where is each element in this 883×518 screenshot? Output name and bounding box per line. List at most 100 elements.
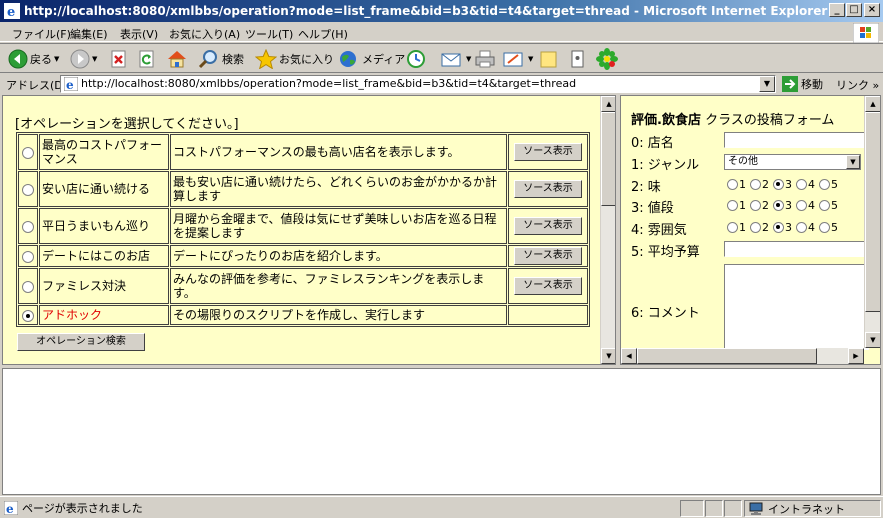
taste-radio-4[interactable] bbox=[796, 179, 807, 190]
atmosphere-radio-3[interactable] bbox=[773, 222, 784, 233]
menu-favorites[interactable]: お気に入り(A) bbox=[169, 26, 240, 42]
genre-label: 1: ジャンル bbox=[631, 158, 700, 173]
media-button[interactable]: メディア bbox=[338, 48, 405, 70]
edit-dropdown-icon[interactable]: ▼ bbox=[528, 55, 533, 63]
operation-frame: [オペレーションを選択してください。] 最高のコストパフォーマンス コストパフォー… bbox=[2, 95, 616, 365]
scroll-up-icon[interactable]: ▲ bbox=[601, 96, 615, 112]
price-radio-label: 3 bbox=[785, 199, 792, 212]
price-radio-1[interactable] bbox=[727, 200, 738, 211]
operation-radio[interactable] bbox=[22, 280, 34, 293]
media-globe-icon bbox=[340, 51, 356, 67]
history-button[interactable] bbox=[405, 48, 427, 70]
forward-button[interactable]: ▼ bbox=[70, 48, 97, 70]
operation-table: 最高のコストパフォーマンス コストパフォーマンスの最も高い店名を表示します。 ソース… bbox=[16, 132, 590, 327]
messenger-button[interactable] bbox=[568, 48, 588, 70]
scroll-down-icon[interactable]: ▼ bbox=[865, 332, 880, 348]
source-view-button[interactable]: ソース表示 bbox=[514, 217, 582, 235]
price-radio-4[interactable] bbox=[796, 200, 807, 211]
comment-label: 6: コメント bbox=[631, 306, 700, 321]
favorites-button[interactable]: お気に入り bbox=[255, 48, 334, 70]
address-input[interactable]: e http://localhost:8080/xmlbbs/operation… bbox=[60, 75, 776, 93]
menu-tools[interactable]: ツール(T) bbox=[245, 26, 293, 42]
operation-radio[interactable] bbox=[22, 146, 34, 159]
atmosphere-radio-1[interactable] bbox=[727, 222, 738, 233]
budget-input[interactable] bbox=[724, 241, 869, 257]
price-radio-2[interactable] bbox=[750, 200, 761, 211]
go-button[interactable]: 移動 bbox=[782, 76, 823, 92]
print-button[interactable] bbox=[474, 48, 496, 70]
price-radio-3[interactable] bbox=[773, 200, 784, 211]
scroll-left-icon[interactable]: ◀ bbox=[621, 348, 637, 364]
shop-name-input[interactable] bbox=[724, 132, 869, 148]
price-radio-5[interactable] bbox=[819, 200, 830, 211]
status-panel bbox=[705, 500, 723, 517]
menu-file[interactable]: ファイル(F) bbox=[12, 26, 71, 42]
forward-arrow-icon bbox=[70, 49, 90, 69]
mail-icon bbox=[441, 53, 461, 67]
operation-search-button[interactable]: オペレーション検索 bbox=[17, 333, 145, 351]
scroll-thumb[interactable] bbox=[865, 112, 880, 312]
mail-dropdown-icon[interactable]: ▼ bbox=[466, 55, 471, 63]
chevron-down-icon[interactable]: ▼ bbox=[846, 155, 860, 169]
taste-radio-group: 1 2 3 4 5 bbox=[727, 178, 842, 191]
operation-name: アドホック bbox=[39, 305, 169, 325]
operation-frame-scrollbar[interactable]: ▲ ▼ bbox=[600, 96, 615, 364]
post-form-vertical-scrollbar[interactable]: ▲ ▼ bbox=[864, 96, 880, 348]
stop-button[interactable] bbox=[110, 48, 128, 70]
operation-radio[interactable] bbox=[22, 250, 34, 263]
source-view-button[interactable]: ソース表示 bbox=[514, 247, 582, 265]
minimize-button[interactable]: _ bbox=[829, 3, 845, 17]
discuss-button[interactable] bbox=[538, 48, 560, 70]
menu-edit[interactable]: 編集(E) bbox=[70, 26, 108, 42]
menu-view[interactable]: 表示(V) bbox=[120, 26, 158, 42]
atmosphere-radio-5[interactable] bbox=[819, 222, 830, 233]
taste-radio-1[interactable] bbox=[727, 179, 738, 190]
zone-text: イントラネット bbox=[768, 503, 845, 516]
close-button[interactable]: × bbox=[864, 3, 880, 17]
search-button[interactable]: 検索 bbox=[198, 48, 244, 70]
scroll-right-icon[interactable]: ▶ bbox=[848, 348, 864, 364]
menu-help[interactable]: ヘルプ(H) bbox=[298, 26, 348, 42]
messenger-icon bbox=[571, 50, 584, 68]
operation-radio[interactable] bbox=[22, 220, 34, 233]
source-view-button[interactable]: ソース表示 bbox=[514, 277, 582, 295]
taste-radio-5[interactable] bbox=[819, 179, 830, 190]
scroll-thumb[interactable] bbox=[637, 348, 817, 364]
scroll-down-icon[interactable]: ▼ bbox=[601, 348, 615, 364]
search-icon bbox=[198, 50, 217, 69]
address-url: http://localhost:8080/xmlbbs/operation?m… bbox=[81, 77, 577, 90]
window-title-bar[interactable]: e http://localhost:8080/xmlbbs/operation… bbox=[0, 0, 883, 22]
icq-button[interactable] bbox=[596, 48, 618, 70]
edit-button[interactable]: ▼ bbox=[502, 48, 533, 70]
genre-select[interactable]: その他 ▼ bbox=[724, 154, 861, 170]
forward-dropdown-icon[interactable]: ▼ bbox=[92, 55, 97, 63]
atmosphere-radio-2[interactable] bbox=[750, 222, 761, 233]
operation-radio[interactable] bbox=[22, 309, 34, 322]
home-button[interactable] bbox=[166, 48, 188, 70]
mail-button[interactable]: ▼ bbox=[440, 48, 471, 70]
scroll-up-icon[interactable]: ▲ bbox=[865, 96, 880, 112]
status-bar: e ページが表示されました イントラネット bbox=[0, 496, 883, 518]
address-bar: アドレス(D) e http://localhost:8080/xmlbbs/o… bbox=[0, 74, 883, 94]
taste-radio-label: 4 bbox=[808, 178, 815, 191]
atmosphere-radio-4[interactable] bbox=[796, 222, 807, 233]
post-form-horizontal-scrollbar[interactable]: ◀ ▶ bbox=[621, 348, 864, 364]
operation-radio[interactable] bbox=[22, 183, 34, 196]
price-radio-label: 5 bbox=[831, 199, 838, 212]
taste-radio-3[interactable] bbox=[773, 179, 784, 190]
operation-row: デートにはこのお店 デートにぴったりのお店を紹介します。 ソース表示 bbox=[18, 245, 588, 267]
comment-textarea[interactable] bbox=[724, 264, 869, 350]
address-dropdown-icon[interactable]: ▼ bbox=[759, 76, 775, 92]
taste-label: 2: 味 bbox=[631, 180, 661, 195]
refresh-button[interactable] bbox=[138, 48, 156, 70]
price-label: 3: 値段 bbox=[631, 201, 674, 216]
operation-row: 最高のコストパフォーマンス コストパフォーマンスの最も高い店名を表示します。 ソース… bbox=[18, 134, 588, 170]
taste-radio-2[interactable] bbox=[750, 179, 761, 190]
source-view-button[interactable]: ソース表示 bbox=[514, 180, 582, 198]
links-button[interactable]: リンク » bbox=[836, 77, 879, 93]
source-view-button[interactable]: ソース表示 bbox=[514, 143, 582, 161]
back-button[interactable]: 戻る ▼ bbox=[8, 48, 59, 70]
maximize-button[interactable]: □ bbox=[846, 3, 862, 17]
scroll-thumb[interactable] bbox=[601, 112, 615, 206]
back-dropdown-icon[interactable]: ▼ bbox=[54, 55, 59, 63]
